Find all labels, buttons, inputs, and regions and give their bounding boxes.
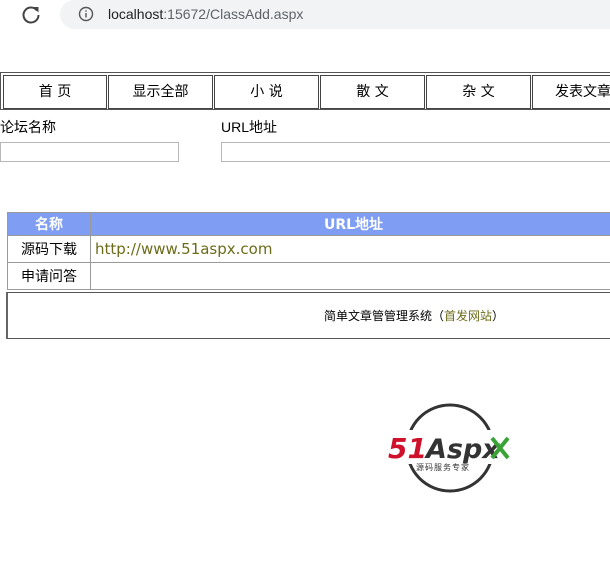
row-name: 源码下载 <box>7 235 91 263</box>
nav-bar: 首 页 显示全部 小 说 散 文 杂 文 发表文章 <box>0 72 610 110</box>
url-path: :15672/ClassAdd.aspx <box>163 6 304 22</box>
col-url-header: URL地址 <box>90 212 610 236</box>
row-url <box>90 262 610 290</box>
table-row: 申请问答 <box>7 262 610 290</box>
url-host: localhost <box>108 6 164 22</box>
logo-tagline: 源码服务专家 <box>416 462 470 472</box>
table-header-row: 名称 URL地址 <box>7 212 610 236</box>
forum-name-label: 论坛名称 <box>0 120 56 136</box>
row-name: 申请问答 <box>7 262 91 290</box>
footer-box: 简单文章管管理系统（首发网站） <box>6 292 610 339</box>
link-table: 名称 URL地址 源码下载 http://www.51aspx.com 申请问答 <box>7 212 610 290</box>
footer-text: 简单文章管管理系统（首发网站） <box>324 307 504 324</box>
51aspx-logo: 51 Aspx 源码服务专家 <box>386 403 514 493</box>
footer-title: 简单文章管管理系统（ <box>324 309 445 323</box>
address-text[interactable]: localhost:15672/ClassAdd.aspx <box>108 6 303 22</box>
table-row: 源码下载 http://www.51aspx.com <box>7 235 610 263</box>
row-url-link[interactable]: http://www.51aspx.com <box>95 240 272 258</box>
browser-toolbar: localhost:15672/ClassAdd.aspx <box>0 0 610 32</box>
logo-51: 51 <box>388 432 427 465</box>
nav-essay[interactable]: 杂 文 <box>426 75 531 109</box>
row-url: http://www.51aspx.com <box>90 235 610 263</box>
nav-show-all[interactable]: 显示全部 <box>108 75 213 109</box>
url-label: URL地址 <box>221 119 278 135</box>
url-input[interactable] <box>221 142 610 162</box>
footer-close: ） <box>492 309 505 323</box>
reload-icon[interactable] <box>20 4 42 26</box>
footer-link[interactable]: 首发网站 <box>444 309 492 323</box>
nav-novel[interactable]: 小 说 <box>214 75 319 109</box>
logo-aspx: Aspx <box>424 434 501 465</box>
col-name-header: 名称 <box>7 212 91 236</box>
nav-home[interactable]: 首 页 <box>3 75 107 109</box>
forum-name-input[interactable] <box>0 142 179 162</box>
nav-prose[interactable]: 散 文 <box>320 75 425 109</box>
info-icon[interactable] <box>78 6 94 22</box>
nav-publish[interactable]: 发表文章 <box>532 75 610 109</box>
